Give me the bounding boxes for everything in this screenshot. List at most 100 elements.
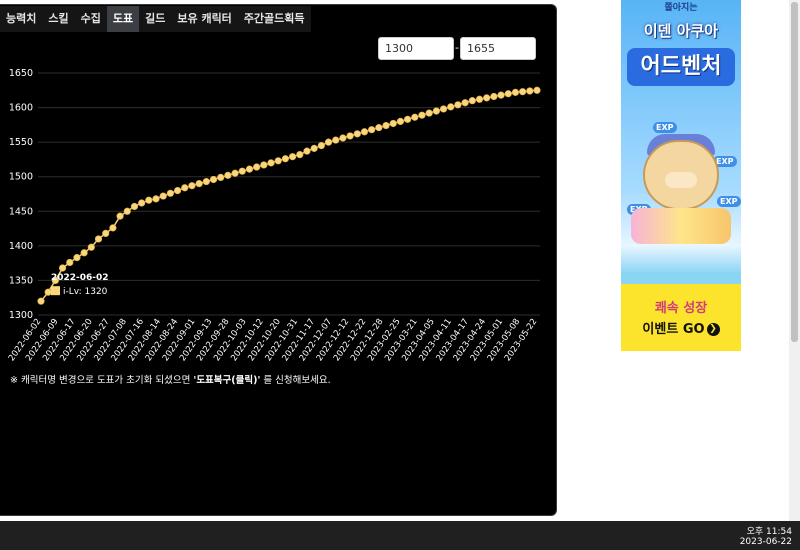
clock-time[interactable]: 오후 11:54 [747, 524, 792, 537]
data-point [511, 88, 520, 96]
character-face-illustration [665, 172, 697, 188]
data-point [274, 157, 282, 165]
data-point [504, 90, 512, 98]
data-point [317, 141, 325, 150]
data-point [382, 121, 390, 130]
y-tick-label: 1350 [9, 275, 33, 286]
data-point [109, 224, 117, 232]
exp-badge: EXP [717, 196, 741, 207]
y-tick-label: 1400 [9, 241, 33, 252]
data-point [217, 173, 225, 182]
data-point [80, 249, 88, 257]
clock-date[interactable]: 2023-06-22 [740, 537, 792, 547]
ad-event-go-label: 이벤트 GO [642, 322, 705, 337]
tooltip-legend-swatch [51, 286, 60, 296]
data-point [447, 103, 455, 111]
data-point [102, 229, 110, 238]
data-point [296, 150, 304, 159]
data-point [260, 161, 268, 169]
tab-6[interactable]: 주간골드획득 [237, 6, 311, 32]
tab-4[interactable]: 길드 [139, 6, 172, 32]
y-tick-label: 1300 [9, 310, 33, 321]
ad-title-line1: 이덴 아쿠아 [643, 22, 719, 40]
data-point [475, 95, 484, 103]
y-tick-label: 1450 [9, 206, 33, 217]
data-point [173, 186, 182, 195]
data-point [483, 94, 491, 102]
data-point [44, 288, 52, 296]
data-point [339, 134, 347, 142]
taskbar [0, 521, 800, 550]
data-point [145, 196, 153, 204]
data-point [209, 175, 218, 184]
tab-2[interactable]: 수집 [74, 6, 107, 32]
data-point [37, 297, 45, 305]
data-point [231, 169, 239, 177]
data-point [324, 138, 333, 146]
data-point [138, 199, 146, 207]
y-tick-label: 1650 [9, 68, 33, 79]
data-point [288, 153, 297, 161]
data-point [245, 165, 254, 173]
data-point [238, 167, 246, 175]
data-point [389, 119, 397, 128]
tab-5[interactable]: 보유 캐릭터 [171, 6, 238, 32]
data-point [332, 136, 340, 144]
data-point [526, 87, 534, 95]
y-tick-label: 1600 [9, 103, 33, 114]
data-point [425, 109, 433, 117]
data-point [411, 113, 419, 121]
data-point [181, 184, 189, 192]
data-point [66, 258, 74, 267]
data-point [281, 155, 290, 163]
data-point [454, 101, 462, 109]
data-point [130, 202, 139, 211]
chart-restore-link[interactable]: '도표복구(클릭)' [193, 375, 260, 386]
tab-0[interactable]: 능력치 [0, 6, 43, 32]
data-point [58, 264, 67, 272]
data-point [490, 92, 498, 101]
range-min-input[interactable] [378, 37, 454, 60]
data-point [253, 163, 261, 171]
ad-bottom-line1: 쾌속 성장 [654, 301, 708, 316]
ad-top-text: 쫄아지는 [664, 3, 698, 13]
data-point [404, 115, 412, 123]
data-point [202, 177, 210, 186]
data-point [94, 235, 103, 243]
ad-banner[interactable]: 쫄아지는 이덴 아쿠아 어드벤처 EXP EXP EXP EXP 쾌속 성장 이… [621, 0, 741, 351]
data-point [123, 207, 131, 215]
exp-badge: EXP [653, 122, 677, 133]
data-point [116, 212, 124, 220]
y-tick-label: 1550 [9, 137, 33, 148]
data-point [375, 124, 383, 132]
ad-event-go[interactable]: 이벤트 GO ❯ [621, 318, 741, 337]
y-tick-label: 1500 [9, 172, 33, 183]
range-max-input[interactable] [460, 37, 536, 60]
ad-title-line2: 어드벤처 [627, 48, 735, 86]
scrollbar-thumb[interactable] [791, 2, 798, 342]
chevron-right-icon: ❯ [706, 323, 720, 336]
data-point [159, 192, 167, 200]
data-point [368, 126, 376, 134]
notice-prefix: ※ 캐릭터명 변경으로 도표가 초기화 되셨으면 [10, 375, 194, 386]
data-point [152, 195, 160, 203]
tab-1[interactable]: 스킬 [42, 6, 75, 32]
tooltip-value: i-Lv: 1320 [63, 287, 108, 297]
notice-suffix: 를 신청해보세요. [260, 375, 331, 386]
data-point [195, 180, 203, 188]
data-point [73, 254, 81, 262]
data-point [468, 97, 476, 105]
tab-3[interactable]: 도표 [106, 6, 140, 32]
data-point [353, 130, 361, 138]
data-point [396, 117, 405, 126]
data-point [418, 111, 426, 119]
ilvl-series-line [40, 89, 538, 302]
tooltip-date: 2022-06-02 [51, 273, 109, 283]
notice-text: ※ 캐릭터명 변경으로 도표가 초기화 되셨으면 '도표복구(클릭)' 를 신청… [10, 372, 331, 386]
data-point [461, 99, 469, 107]
data-point [497, 91, 505, 99]
data-point [188, 182, 196, 190]
data-point [224, 171, 232, 179]
gift-boxes-illustration [631, 208, 731, 244]
ilvl-line-chart: 1300 1350 1400 1450 1500 1550 1600 1650 2022-06-… [7, 68, 541, 363]
